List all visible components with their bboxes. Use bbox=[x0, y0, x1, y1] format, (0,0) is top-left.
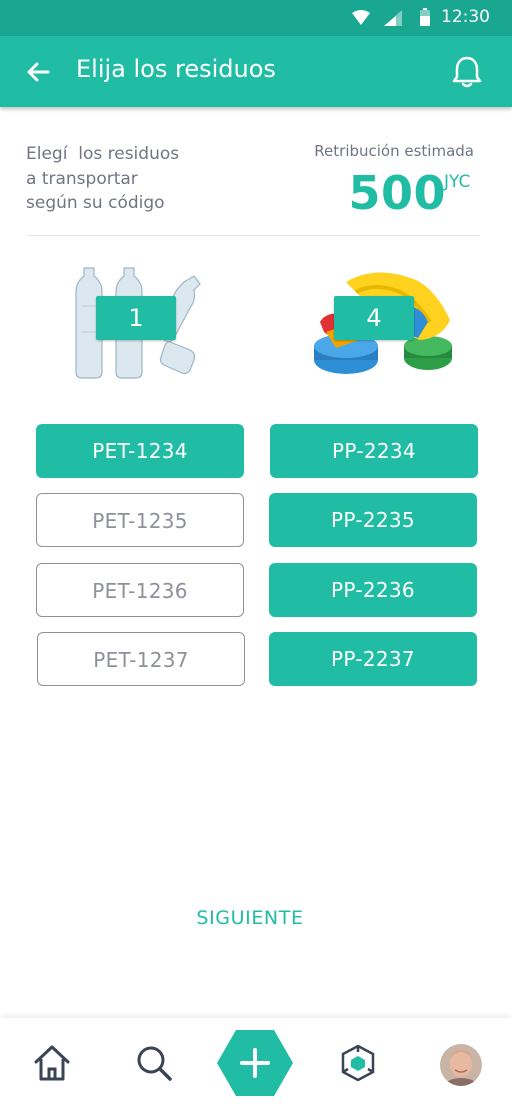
status-time: 12:30 bbox=[441, 7, 490, 27]
bottom-navigation bbox=[0, 1018, 512, 1109]
instructions-line: a transportar bbox=[26, 168, 138, 189]
retribution-value: 500 bbox=[348, 166, 446, 220]
code-button-pet-1235[interactable]: PET-1235 bbox=[36, 493, 244, 547]
bell-icon[interactable] bbox=[450, 54, 484, 90]
app-bar: Elija los residuos bbox=[0, 36, 512, 107]
retribution-label: Retribución estimada bbox=[314, 142, 474, 160]
code-button-pp-2237[interactable]: PP-2237 bbox=[269, 632, 477, 686]
next-button[interactable]: SIGUIENTE bbox=[0, 907, 500, 929]
caps-count: 4 bbox=[334, 296, 414, 340]
bottles-count: 1 bbox=[96, 296, 176, 340]
wifi-icon bbox=[352, 10, 370, 25]
divider bbox=[26, 235, 480, 236]
exchange-icon[interactable] bbox=[338, 1042, 378, 1084]
page-title: Elija los residuos bbox=[76, 55, 276, 83]
signal-icon bbox=[384, 10, 402, 26]
back-arrow-icon[interactable] bbox=[22, 56, 54, 88]
battery-icon bbox=[420, 8, 430, 26]
search-icon[interactable] bbox=[134, 1042, 174, 1084]
code-button-pet-1237[interactable]: PET-1237 bbox=[37, 632, 245, 686]
code-button-pet-1236[interactable]: PET-1236 bbox=[36, 563, 244, 617]
profile-avatar[interactable] bbox=[440, 1044, 482, 1086]
code-button-pp-2235[interactable]: PP-2235 bbox=[269, 493, 477, 547]
instructions-text: Elegí los residuos a transportar según s… bbox=[26, 142, 226, 216]
status-bar: 12:30 bbox=[0, 0, 512, 36]
caps-image[interactable]: 4 bbox=[306, 262, 456, 380]
code-button-pp-2234[interactable]: PP-2234 bbox=[270, 424, 478, 478]
retribution-unit: JYC bbox=[444, 172, 471, 192]
add-button[interactable] bbox=[216, 1028, 294, 1098]
instructions-line: Elegí los residuos bbox=[26, 144, 180, 164]
code-button-pet-1234[interactable]: PET-1234 bbox=[36, 424, 244, 478]
instructions-line: según su código bbox=[26, 193, 165, 213]
home-icon[interactable] bbox=[32, 1042, 72, 1084]
avatar-image bbox=[440, 1044, 482, 1086]
code-button-pp-2236[interactable]: PP-2236 bbox=[269, 563, 477, 617]
bottles-image[interactable]: 1 bbox=[66, 262, 216, 380]
